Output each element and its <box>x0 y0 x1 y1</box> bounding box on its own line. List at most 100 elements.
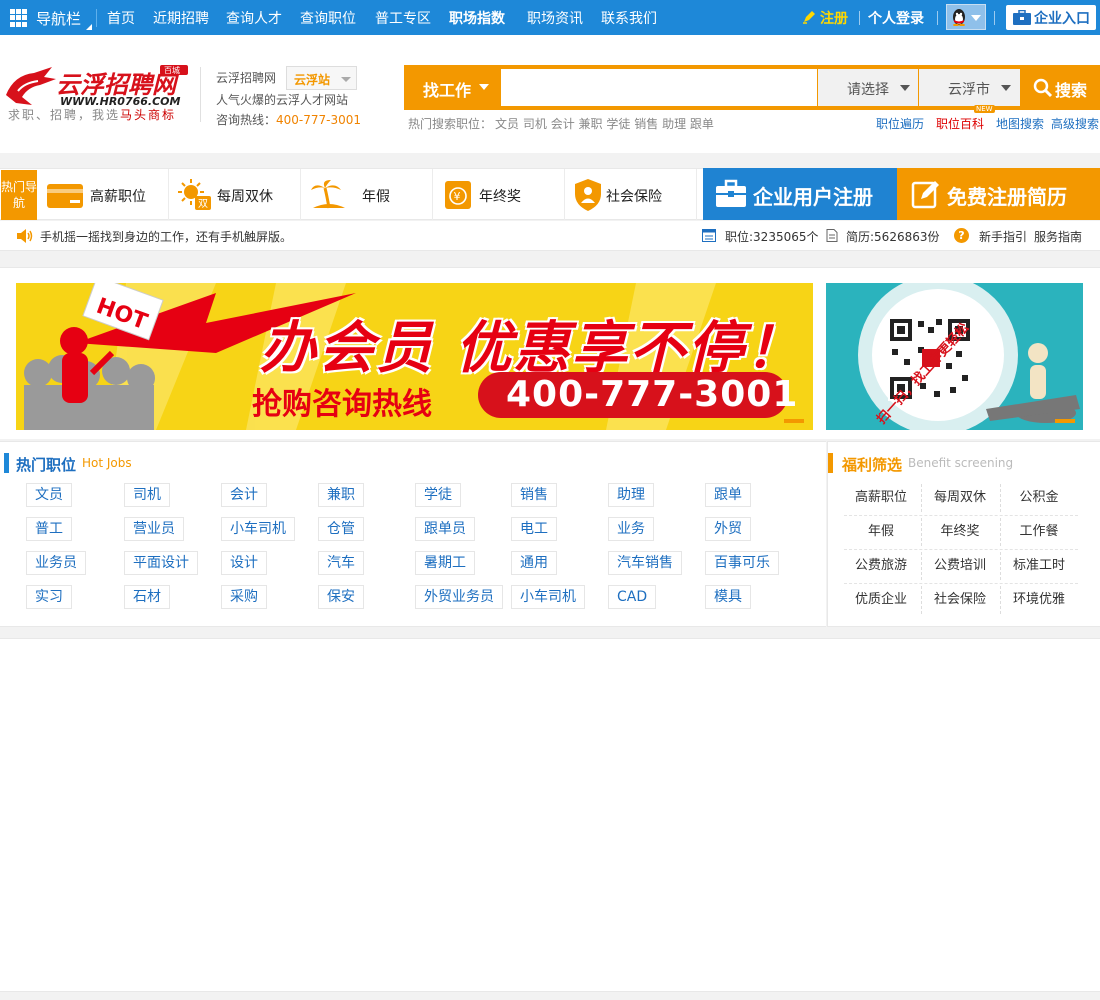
job-tag[interactable]: 采购 <box>221 585 267 609</box>
job-tag[interactable]: 保安 <box>318 585 364 609</box>
job-tag[interactable]: 兼职 <box>318 483 364 507</box>
benefit-annual-leave[interactable]: 年假 <box>301 169 433 220</box>
job-tag[interactable]: 业务 <box>608 517 654 541</box>
resume-register-button[interactable]: 免费注册简历 <box>897 168 1100 220</box>
search-button[interactable]: 搜索 <box>1021 65 1100 110</box>
job-tag[interactable]: 汽车销售 <box>608 551 682 575</box>
welfare-option[interactable]: 年假 <box>842 515 920 549</box>
benefit-high-salary[interactable]: 高薪职位 <box>38 169 169 220</box>
job-tag[interactable]: 跟单员 <box>415 517 475 541</box>
nav-workplace-index[interactable]: 职场指数 <box>449 8 505 28</box>
job-tag[interactable]: 设计 <box>221 551 267 575</box>
job-tag[interactable]: 仓管 <box>318 517 364 541</box>
job-tag[interactable]: 普工 <box>26 517 72 541</box>
personal-login-link[interactable]: 个人登录 <box>868 8 924 28</box>
quick-link-job-wiki[interactable]: 职位百科 <box>936 115 984 132</box>
register-link[interactable]: 注册 <box>820 8 848 28</box>
job-tag[interactable]: 跟单 <box>705 483 751 507</box>
hot-search-term[interactable]: 跟单 <box>690 117 714 131</box>
nav-search-jobs[interactable]: 查询职位 <box>300 8 356 28</box>
category-select[interactable]: 请选择 <box>818 69 918 106</box>
carousel-indicator[interactable] <box>1055 419 1075 423</box>
job-tag[interactable]: 模具 <box>705 585 751 609</box>
job-tag[interactable]: 平面设计 <box>124 551 198 575</box>
grid-menu-icon[interactable] <box>10 9 28 27</box>
job-tag[interactable]: 营业员 <box>124 517 184 541</box>
chevron-down-icon <box>479 84 489 90</box>
job-tag[interactable]: 学徒 <box>415 483 461 507</box>
job-tag[interactable]: 司机 <box>124 483 170 507</box>
site-logo[interactable]: 百城 云浮招聘网 WWW.HR0766.COM 求职、招聘，我选马头商标 <box>4 65 194 127</box>
beginner-guide-link[interactable]: 新手指引 <box>979 228 1027 245</box>
job-tag[interactable]: 业务员 <box>26 551 86 575</box>
job-tag[interactable]: 百事可乐 <box>705 551 779 575</box>
list-icon <box>702 229 716 242</box>
enterprise-register-button[interactable]: 企业用户注册 <box>703 168 897 220</box>
search-input[interactable] <box>501 69 817 106</box>
job-tag[interactable]: 销售 <box>511 483 557 507</box>
hot-search-term[interactable]: 学徒 <box>606 117 630 131</box>
hot-search-terms: 热门搜索职位： 文员 司机 会计 兼职 学徒 销售 助理 跟单 <box>408 115 714 132</box>
station-selector[interactable]: 云浮站 <box>286 66 357 90</box>
nav-recent-jobs[interactable]: 近期招聘 <box>153 8 209 28</box>
job-tag[interactable]: 汽车 <box>318 551 364 575</box>
welfare-option[interactable]: 每周双休 <box>921 481 999 515</box>
job-tag[interactable]: 助理 <box>608 483 654 507</box>
welfare-option[interactable]: 公积金 <box>1000 481 1078 515</box>
search-type-dropdown[interactable]: 找工作 <box>404 65 500 110</box>
job-tag[interactable]: 外贸业务员 <box>415 585 503 609</box>
enterprise-entry-button[interactable]: 企业入口 <box>1006 5 1096 30</box>
hot-search-term[interactable]: 会计 <box>551 117 575 131</box>
quick-link-map-search[interactable]: 地图搜索 <box>996 115 1044 132</box>
benefit-weekends-off[interactable]: 双 每周双休 <box>169 169 301 220</box>
carousel-indicator[interactable] <box>784 419 804 423</box>
quick-link-advanced-search[interactable]: 高级搜索 <box>1051 115 1099 132</box>
welfare-option[interactable]: 年终奖 <box>921 515 999 549</box>
job-tag[interactable]: 会计 <box>221 483 267 507</box>
hot-search-term[interactable]: 司机 <box>523 117 547 131</box>
job-tag[interactable]: CAD <box>608 585 657 609</box>
nav-workplace-news[interactable]: 职场资讯 <box>527 8 583 28</box>
nav-home[interactable]: 首页 <box>107 8 135 28</box>
hot-search-term[interactable]: 兼职 <box>579 117 603 131</box>
job-tag[interactable]: 小车司机 <box>511 585 585 609</box>
welfare-option[interactable]: 环境优雅 <box>1000 583 1078 617</box>
resume-register-label: 免费注册简历 <box>947 185 1067 209</box>
qr-banner-art: 扫一扫，找工作更轻松 <box>826 283 1083 430</box>
nav-search-talent[interactable]: 查询人才 <box>226 8 282 28</box>
hot-search-term[interactable]: 文员 <box>495 117 519 131</box>
job-tag[interactable]: 电工 <box>511 517 557 541</box>
qq-login-button[interactable] <box>946 4 986 30</box>
welfare-option[interactable]: 高薪职位 <box>842 481 920 515</box>
hot-search-term[interactable]: 助理 <box>662 117 686 131</box>
job-tag[interactable]: 文员 <box>26 483 72 507</box>
divider <box>859 11 860 25</box>
welfare-option[interactable]: 标准工时 <box>1000 549 1078 583</box>
welfare-option[interactable]: 公费旅游 <box>842 549 920 583</box>
job-tag[interactable]: 暑期工 <box>415 551 475 575</box>
benefit-social-insurance[interactable]: 社会保险 <box>565 169 697 220</box>
job-tag[interactable]: 石材 <box>124 585 170 609</box>
service-guide-link[interactable]: 服务指南 <box>1034 228 1082 245</box>
hot-jobs-title: 热门职位 <box>16 456 77 474</box>
hot-search-term[interactable]: 销售 <box>634 117 658 131</box>
money-bag-icon: ¥ <box>445 181 471 209</box>
job-tag[interactable]: 外贸 <box>705 517 751 541</box>
quick-link-job-browse[interactable]: 职位遍历 <box>876 115 924 132</box>
welfare-option[interactable]: 公费培训 <box>921 549 999 583</box>
membership-banner[interactable]: HOT 办会员 优惠享不停！ 抢购咨询热线 400-777-3001 <box>16 283 813 430</box>
welfare-option[interactable]: 社会保险 <box>921 583 999 617</box>
category-select-label: 请选择 <box>847 82 889 98</box>
nav-general-workers[interactable]: 普工专区 <box>375 8 431 28</box>
city-select[interactable]: 云浮市 <box>919 69 1020 106</box>
job-tag[interactable]: 小车司机 <box>221 517 295 541</box>
header: 百城 云浮招聘网 WWW.HR0766.COM 求职、招聘，我选马头商标 云浮招… <box>0 35 1100 153</box>
benefit-year-end-bonus[interactable]: ¥ 年终奖 <box>433 169 565 220</box>
job-tag[interactable]: 通用 <box>511 551 557 575</box>
job-tag[interactable]: 实习 <box>26 585 72 609</box>
welfare-option[interactable]: 优质企业 <box>842 583 920 617</box>
nav-contact-us[interactable]: 联系我们 <box>601 8 657 28</box>
nav-menu-label[interactable]: 导航栏 <box>36 8 81 29</box>
qr-code-banner[interactable]: 扫一扫，找工作更轻松 <box>826 283 1083 430</box>
welfare-option[interactable]: 工作餐 <box>1000 515 1078 549</box>
